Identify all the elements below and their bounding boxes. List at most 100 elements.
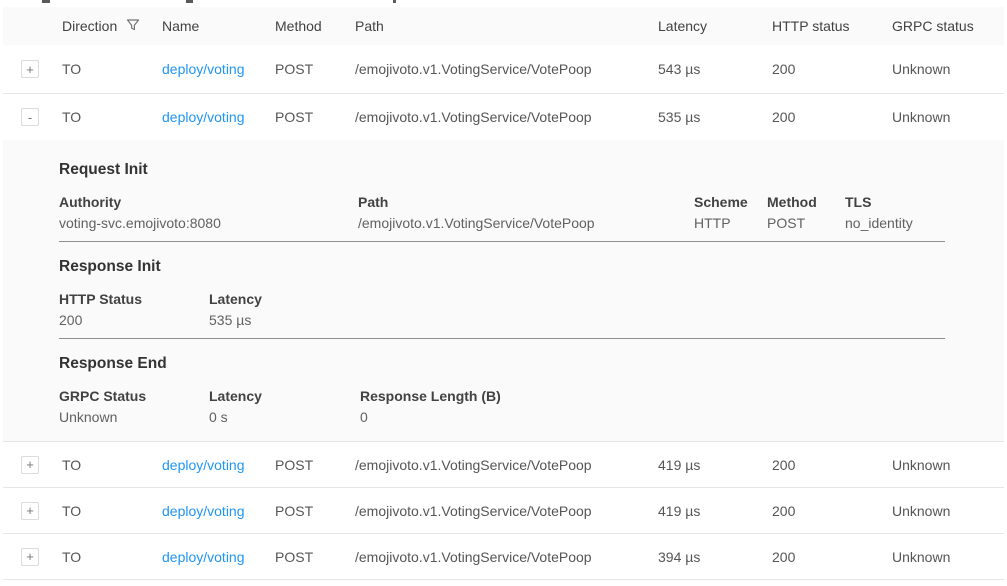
- header-http-status: HTTP status: [772, 18, 892, 34]
- field-value: POST: [767, 215, 835, 231]
- table-row: + TO deploy/voting POST /emojivoto.v1.Vo…: [3, 534, 1004, 580]
- header-direction: Direction: [62, 18, 162, 35]
- resource-link[interactable]: deploy/voting: [162, 61, 245, 77]
- header-name: Name: [162, 18, 275, 34]
- clipped-content-above: [0, 0, 1007, 7]
- expand-row-button[interactable]: +: [21, 60, 39, 78]
- path-cell: /emojivoto.v1.VotingService/VotePoop: [355, 61, 658, 77]
- field-http-status: HTTP Status 200: [59, 291, 209, 328]
- clipped-text-fragment: [42, 0, 50, 3]
- field-value: 0 s: [209, 409, 350, 425]
- field-path: Path /emojivoto.v1.VotingService/VotePoo…: [358, 194, 694, 231]
- direction-cell: TO: [62, 457, 162, 473]
- clipped-text-fragment: [393, 0, 396, 3]
- expand-cell: +: [3, 456, 62, 474]
- field-label: Latency: [209, 388, 350, 404]
- table-row: + TO deploy/voting POST /emojivoto.v1.Vo…: [3, 45, 1004, 94]
- expand-row-button[interactable]: +: [21, 548, 39, 566]
- resource-link[interactable]: deploy/voting: [162, 503, 245, 519]
- header-direction-label: Direction: [62, 18, 117, 34]
- name-cell: deploy/voting: [162, 61, 275, 77]
- name-cell: deploy/voting: [162, 503, 275, 519]
- direction-cell: TO: [62, 503, 162, 519]
- expand-cell: -: [3, 108, 62, 126]
- grpc-status-cell: Unknown: [892, 549, 1004, 565]
- section-divider: [59, 241, 945, 242]
- field-label: Path: [358, 194, 684, 210]
- field-value: 0: [360, 409, 994, 425]
- grpc-status-cell: Unknown: [892, 457, 1004, 473]
- clipped-text-fragment: [186, 0, 193, 3]
- field-value: 200: [59, 312, 199, 328]
- response-init-heading: Response Init: [59, 258, 1004, 276]
- method-cell: POST: [275, 549, 355, 565]
- field-tls: TLS no_identity: [845, 194, 1004, 231]
- latency-cell: 535 µs: [658, 109, 772, 125]
- field-authority: Authority voting-svc.emojivoto:8080: [59, 194, 358, 231]
- http-status-cell: 200: [772, 503, 892, 519]
- http-status-cell: 200: [772, 457, 892, 473]
- http-status-cell: 200: [772, 549, 892, 565]
- field-value: Unknown: [59, 409, 199, 425]
- resource-link[interactable]: deploy/voting: [162, 549, 245, 565]
- field-label: GRPC Status: [59, 388, 199, 404]
- path-cell: /emojivoto.v1.VotingService/VotePoop: [355, 549, 658, 565]
- expanded-row-detail: Request Init Authority voting-svc.emojiv…: [3, 140, 1004, 442]
- field-value: HTTP: [694, 215, 757, 231]
- field-label: Authority: [59, 194, 348, 210]
- table-row: + TO deploy/voting POST /emojivoto.v1.Vo…: [3, 488, 1004, 534]
- table-row-expanded: - TO deploy/voting POST /emojivoto.v1.Vo…: [3, 94, 1004, 140]
- expand-row-button[interactable]: +: [21, 456, 39, 474]
- header-method: Method: [275, 18, 355, 34]
- name-cell: deploy/voting: [162, 457, 275, 473]
- grpc-status-cell: Unknown: [892, 61, 1004, 77]
- field-latency: Latency 535 µs: [209, 291, 1004, 328]
- field-label: Scheme: [694, 194, 757, 210]
- path-cell: /emojivoto.v1.VotingService/VotePoop: [355, 109, 658, 125]
- field-value: no_identity: [845, 215, 994, 231]
- field-value: /emojivoto.v1.VotingService/VotePoop: [358, 215, 684, 231]
- expand-cell: +: [3, 548, 62, 566]
- name-cell: deploy/voting: [162, 109, 275, 125]
- latency-cell: 394 µs: [658, 549, 772, 565]
- collapse-row-button[interactable]: -: [21, 108, 39, 126]
- method-cell: POST: [275, 109, 355, 125]
- resource-link[interactable]: deploy/voting: [162, 109, 245, 125]
- field-label: Method: [767, 194, 835, 210]
- field-grpc-status: GRPC Status Unknown: [59, 388, 209, 425]
- header-path: Path: [355, 18, 658, 34]
- expand-cell: +: [3, 60, 62, 78]
- filter-icon[interactable]: [126, 18, 140, 35]
- field-value: 535 µs: [209, 312, 994, 328]
- field-label: Response Length (B): [360, 388, 994, 404]
- table-row: + TO deploy/voting POST /emojivoto.v1.Vo…: [3, 442, 1004, 488]
- tap-results-table: Direction Name Method Path Latency HTTP …: [3, 7, 1004, 580]
- grpc-status-cell: Unknown: [892, 503, 1004, 519]
- field-value: voting-svc.emojivoto:8080: [59, 215, 348, 231]
- expand-row-button[interactable]: +: [21, 502, 39, 520]
- latency-cell: 419 µs: [658, 457, 772, 473]
- header-latency: Latency: [658, 18, 772, 34]
- response-end-heading: Response End: [59, 355, 1004, 373]
- field-response-length: Response Length (B) 0: [360, 388, 1004, 425]
- field-label: Latency: [209, 291, 994, 307]
- latency-cell: 419 µs: [658, 503, 772, 519]
- http-status-cell: 200: [772, 61, 892, 77]
- field-scheme: Scheme HTTP: [694, 194, 767, 231]
- method-cell: POST: [275, 61, 355, 77]
- path-cell: /emojivoto.v1.VotingService/VotePoop: [355, 457, 658, 473]
- method-cell: POST: [275, 503, 355, 519]
- field-label: HTTP Status: [59, 291, 199, 307]
- field-method: Method POST: [767, 194, 845, 231]
- request-init-heading: Request Init: [59, 161, 1004, 179]
- expand-cell: +: [3, 502, 62, 520]
- grpc-status-cell: Unknown: [892, 109, 1004, 125]
- path-cell: /emojivoto.v1.VotingService/VotePoop: [355, 503, 658, 519]
- method-cell: POST: [275, 457, 355, 473]
- section-divider: [59, 338, 945, 339]
- resource-link[interactable]: deploy/voting: [162, 457, 245, 473]
- direction-cell: TO: [62, 549, 162, 565]
- request-init-fields: Authority voting-svc.emojivoto:8080 Path…: [59, 194, 1004, 231]
- table-header-row: Direction Name Method Path Latency HTTP …: [3, 7, 1004, 45]
- name-cell: deploy/voting: [162, 549, 275, 565]
